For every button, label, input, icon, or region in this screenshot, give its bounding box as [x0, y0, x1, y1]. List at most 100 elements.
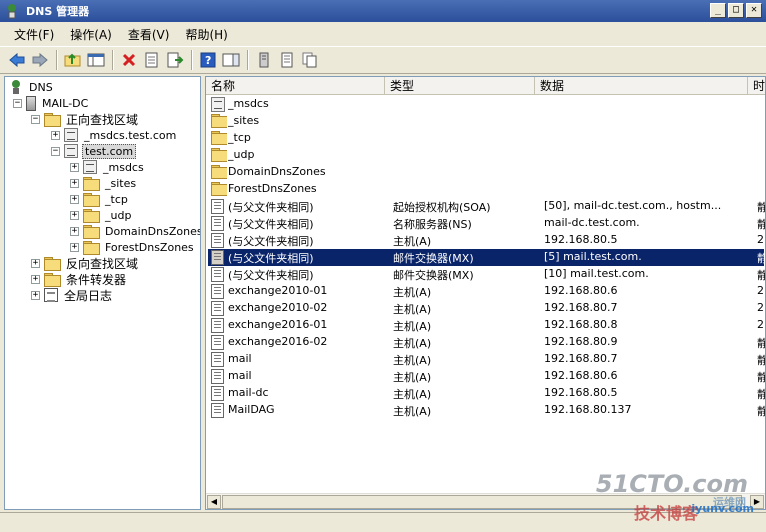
record-row[interactable]: exchange2016-01 主机(A) 192.168.80.8 2: [208, 317, 764, 334]
record-list-button[interactable]: [276, 49, 298, 71]
expand-toggle[interactable]: +: [31, 290, 40, 300]
help-button[interactable]: ?: [197, 49, 219, 71]
expand-toggle[interactable]: +: [70, 242, 79, 252]
record-type: [393, 148, 539, 163]
record-name: ForestDnsZones: [228, 182, 317, 195]
record-type: 主机(A): [393, 320, 432, 333]
column-header-type[interactable]: 类型: [385, 77, 535, 95]
menu-action[interactable]: 操作(A): [62, 24, 120, 45]
expand-toggle[interactable]: +: [70, 210, 79, 220]
record-row[interactable]: mail 主机(A) 192.168.80.7 静: [208, 351, 765, 368]
delete-button[interactable]: [118, 49, 140, 71]
record-type: 名称服务器(NS): [393, 218, 472, 231]
tree-item-label: _sites: [105, 176, 137, 190]
tree-item-label: test.com: [82, 143, 137, 159]
record-list: 名称 类型 数据 时 _msdcs _sites _tcp _udp DomainDns…: [205, 76, 766, 510]
record-data: 192.168.80.8: [544, 318, 618, 331]
record-row[interactable]: DomainDnsZones: [208, 164, 764, 181]
record-type: 主机(A): [393, 354, 432, 367]
record-type: 主机(A): [393, 286, 432, 299]
tree-item-sites[interactable]: + _sites: [70, 175, 138, 191]
record-timestamp: 静: [757, 199, 765, 214]
tree-item-mail-dc[interactable]: − MAIL-DC: [13, 95, 90, 111]
record-row[interactable]: ForestDnsZones: [208, 181, 764, 198]
expand-toggle[interactable]: +: [70, 178, 79, 188]
close-button[interactable]: ✕: [746, 3, 762, 18]
tree-item-conditional-forwarders[interactable]: + 条件转发器: [31, 271, 128, 287]
record-row[interactable]: (与父文件夹相同) 主机(A) 192.168.80.5 2: [208, 232, 764, 249]
delete-x-icon: [122, 53, 136, 67]
show-hide-tree-button[interactable]: [85, 49, 107, 71]
expand-toggle[interactable]: +: [70, 162, 79, 172]
folder-icon: [44, 256, 61, 271]
scrollbar-thumb[interactable]: [222, 495, 742, 509]
tree-item-forward-lookup[interactable]: − 正向查找区域: [31, 111, 140, 127]
scroll-left-icon[interactable]: ◀: [207, 495, 221, 509]
expand-toggle[interactable]: +: [70, 194, 79, 204]
properties-button[interactable]: [141, 49, 163, 71]
record-row[interactable]: mail 主机(A) 192.168.80.6 静: [208, 368, 765, 385]
menu-file[interactable]: 文件(F): [6, 24, 62, 45]
tree-item-domaindnszones[interactable]: + DomainDnsZones: [70, 223, 200, 239]
record-icon: [211, 199, 224, 214]
menu-help[interactable]: 帮助(H): [177, 24, 235, 45]
record-row[interactable]: _tcp: [208, 130, 764, 147]
tree-item-forestdnszones[interactable]: + ForestDnsZones: [70, 239, 196, 255]
record-timestamp: [757, 131, 765, 146]
column-header-timestamp[interactable]: 时: [748, 77, 765, 95]
record-row[interactable]: (与父文件夹相同) 邮件交换器(MX) [5] mail.test.com. 静: [208, 249, 765, 266]
maximize-button[interactable]: □: [728, 3, 744, 18]
record-row[interactable]: mail-dc 主机(A) 192.168.80.5 静: [208, 385, 765, 402]
column-header-name[interactable]: 名称: [206, 77, 385, 95]
record-name: (与父文件夹相同): [228, 269, 314, 282]
server-button[interactable]: [253, 49, 275, 71]
record-timestamp: 2: [757, 301, 764, 314]
copy-records-button[interactable]: [299, 49, 321, 71]
record-row[interactable]: exchange2010-01 主机(A) 192.168.80.6 2: [208, 283, 764, 300]
tree-item-label: _msdcs: [103, 160, 144, 174]
expand-toggle[interactable]: +: [31, 258, 40, 268]
action-pane-button[interactable]: [220, 49, 242, 71]
record-row[interactable]: MailDAG 主机(A) 192.168.80.137 静: [208, 402, 765, 419]
tree-item-label: _msdcs.test.com: [84, 128, 177, 142]
log-icon: [44, 288, 58, 302]
tree-item-msdcs[interactable]: + _msdcs: [70, 159, 146, 175]
record-row[interactable]: _sites: [208, 113, 764, 130]
tree-item-udp[interactable]: + _udp: [70, 207, 133, 223]
record-row[interactable]: exchange2010-02 主机(A) 192.168.80.7 2: [208, 300, 764, 317]
record-timestamp: 静: [757, 216, 765, 231]
record-row[interactable]: _msdcs: [208, 96, 764, 113]
column-header-data[interactable]: 数据: [535, 77, 748, 95]
up-folder-button[interactable]: [62, 49, 84, 71]
record-row[interactable]: exchange2016-02 主机(A) 192.168.80.9 静: [208, 334, 765, 351]
record-row[interactable]: (与父文件夹相同) 邮件交换器(MX) [10] mail.test.com. 静: [208, 266, 765, 283]
tree-item-dns[interactable]: DNS: [9, 79, 55, 95]
record-row[interactable]: _udp: [208, 147, 764, 164]
back-button[interactable]: [6, 49, 28, 71]
record-data: [544, 148, 750, 163]
tree-item-msdcs-test-com[interactable]: + _msdcs.test.com: [51, 127, 178, 143]
server-icon: [26, 95, 36, 111]
minimize-button[interactable]: _: [710, 3, 726, 18]
collapse-toggle[interactable]: −: [31, 114, 40, 124]
horizontal-scrollbar[interactable]: ◀ ▶: [206, 493, 765, 509]
collapse-toggle[interactable]: −: [13, 98, 22, 108]
expand-toggle[interactable]: +: [31, 274, 40, 284]
record-row[interactable]: (与父文件夹相同) 起始授权机构(SOA) [50], mail-dc.test.c…: [208, 198, 765, 215]
export-list-button[interactable]: [164, 49, 186, 71]
tree-item-test-com[interactable]: − test.com: [51, 143, 137, 159]
menu-view[interactable]: 查看(V): [120, 24, 178, 45]
folder-icon: [211, 114, 227, 129]
record-timestamp: 2: [757, 318, 764, 331]
forward-button[interactable]: [29, 49, 51, 71]
record-row[interactable]: (与父文件夹相同) 名称服务器(NS) mail-dc.test.com. 静: [208, 215, 765, 232]
scroll-right-icon[interactable]: ▶: [750, 495, 764, 509]
tree-item-global-logs[interactable]: + 全局日志: [31, 287, 114, 303]
expand-toggle[interactable]: +: [70, 226, 79, 236]
expand-toggle[interactable]: +: [51, 130, 60, 140]
record-icon: [211, 352, 224, 367]
tree-item-tcp[interactable]: + _tcp: [70, 191, 130, 207]
collapse-toggle[interactable]: −: [51, 146, 60, 156]
tree-item-reverse-lookup[interactable]: + 反向查找区域: [31, 255, 140, 271]
folder-icon: [44, 272, 61, 287]
